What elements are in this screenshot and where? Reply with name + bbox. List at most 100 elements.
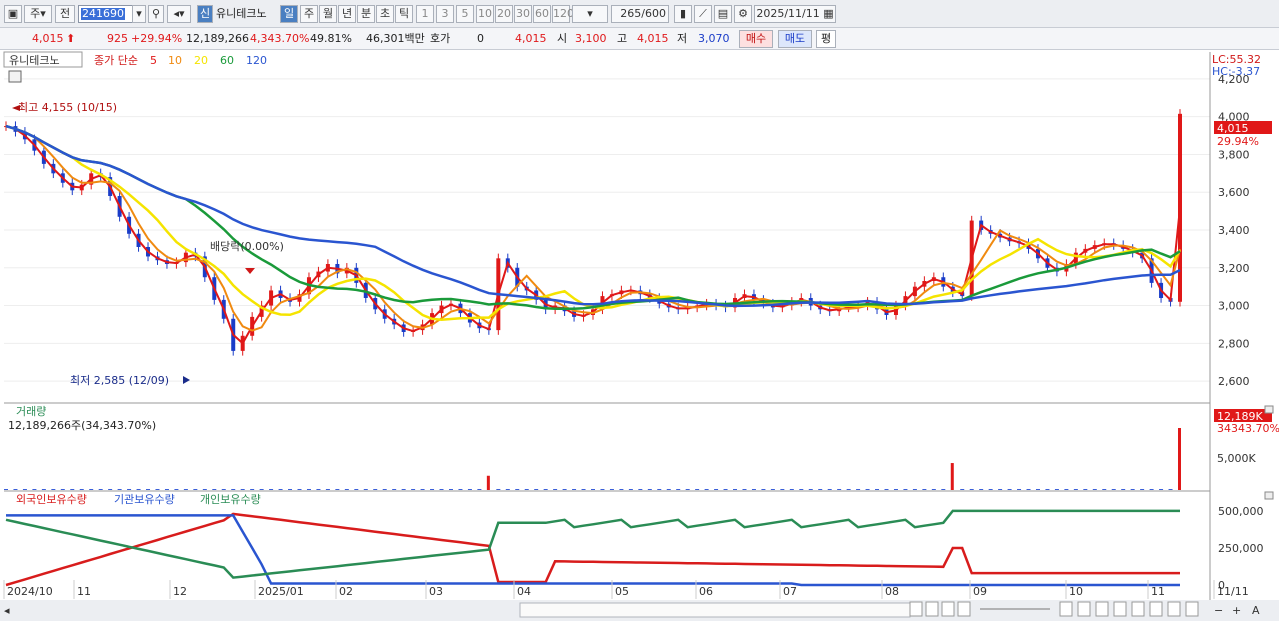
volume-bar: [297, 489, 302, 490]
zoom-in-icon[interactable]: +: [1232, 604, 1241, 617]
scroll-left-icon[interactable]: ◂: [4, 604, 10, 617]
volume-bar: [856, 489, 861, 490]
nav-pause-icon[interactable]: [941, 601, 955, 617]
quote-price: 4,015: [515, 32, 547, 45]
date-label: 2024/10: [7, 585, 53, 598]
high-value: 4,015: [637, 32, 669, 45]
nav-first-icon[interactable]: [925, 601, 939, 617]
volume-bar: [695, 489, 700, 490]
candle-icon[interactable]: ▮: [674, 5, 692, 23]
holdings-tick-label: 0: [1218, 579, 1225, 592]
volume-bar: [344, 489, 349, 490]
volume-bar: [1121, 489, 1126, 490]
volume-bar: [486, 475, 490, 490]
period-minute[interactable]: 분: [357, 5, 375, 23]
price-tick-label: 2,800: [1218, 337, 1250, 350]
holdings-legend-1: 기관보유수량: [114, 493, 175, 506]
num-1[interactable]: 1: [416, 5, 434, 23]
save-icon[interactable]: ▤: [714, 5, 732, 23]
search-icon[interactable]: ⚲: [148, 5, 164, 23]
code-dropdown-icon[interactable]: ▾: [132, 5, 146, 23]
layout-icon[interactable]: [1095, 601, 1109, 617]
volume-bar: [1026, 489, 1031, 490]
volume-bar: [1130, 489, 1135, 490]
holdings-legend-0: 외국인보유수량: [16, 493, 87, 506]
volume-bar: [458, 489, 463, 490]
num-60[interactable]: 60: [533, 5, 551, 23]
draw-icon[interactable]: ⟋: [694, 5, 712, 23]
volume-bar: [1168, 489, 1173, 490]
volume-bar: [174, 489, 179, 490]
bid-label: 호가: [430, 32, 451, 45]
volume-bar: [733, 489, 738, 490]
volume-bar: [363, 489, 368, 490]
volume-bar: [269, 489, 274, 490]
period-week[interactable]: 주: [300, 5, 318, 23]
volume-bar: [22, 489, 27, 490]
period-month[interactable]: 월: [319, 5, 337, 23]
chart-menu-icon[interactable]: [8, 70, 22, 83]
sell-button[interactable]: 매도: [778, 30, 812, 48]
date-label: 12: [173, 585, 187, 598]
period-day[interactable]: 일: [280, 5, 298, 23]
date-label: 03: [429, 585, 443, 598]
num-20[interactable]: 20: [495, 5, 513, 23]
volume-bar: [325, 489, 330, 490]
print-icon[interactable]: [1149, 601, 1163, 617]
volume-bar: [799, 489, 804, 490]
period-select[interactable]: 주▾: [24, 5, 52, 23]
volume-bar: [278, 489, 283, 490]
volume-close-icon[interactable]: [1264, 405, 1274, 414]
num-30[interactable]: 30: [514, 5, 532, 23]
volume-bar: [912, 489, 917, 490]
trade-amount: 46,301백만: [366, 32, 425, 45]
font-size-icon[interactable]: A: [1252, 604, 1260, 617]
num-3[interactable]: 3: [436, 5, 454, 23]
current-price-label: 4,015: [1217, 122, 1249, 135]
bid-value: 0: [477, 32, 484, 45]
gear-icon[interactable]: ⚙: [734, 5, 752, 23]
buy-button[interactable]: 매수: [739, 30, 773, 48]
volume-bar: [1064, 489, 1069, 490]
zoom-fit-icon[interactable]: [1059, 601, 1073, 617]
nav-play-icon[interactable]: [909, 601, 923, 617]
prev-button[interactable]: 전: [55, 5, 75, 23]
num-10[interactable]: 10: [476, 5, 494, 23]
num-5[interactable]: 5: [456, 5, 474, 23]
date-input[interactable]: 2025/11/11 ▦: [754, 5, 836, 23]
volume-bar: [202, 489, 207, 490]
count-input[interactable]: 265/600: [611, 5, 669, 23]
open-value: 3,100: [575, 32, 607, 45]
export-icon[interactable]: [1167, 601, 1181, 617]
volume-bar: [41, 489, 46, 490]
low-value: 3,070: [698, 32, 730, 45]
volume-bar: [1092, 489, 1097, 490]
volume-bar: [638, 489, 643, 490]
config-icon[interactable]: [1185, 601, 1199, 617]
nav-last-icon[interactable]: [957, 601, 971, 617]
period-second[interactable]: 초: [376, 5, 394, 23]
eval-button[interactable]: 평: [816, 30, 836, 48]
volume-bar: [401, 489, 406, 490]
scroll-thumb[interactable]: [519, 602, 911, 618]
high-annotation: 최고 4,155 (10/15): [18, 101, 117, 114]
price-axis: 4,2004,0003,8003,6003,4003,2003,0002,800…: [1218, 73, 1250, 388]
num-120[interactable]: 120: [552, 5, 574, 23]
volume-bar: [108, 489, 113, 490]
crosshair-icon[interactable]: [1113, 601, 1127, 617]
magnet-icon[interactable]: [1131, 601, 1145, 617]
stock-chart[interactable]: 4,2004,0003,8003,6003,4003,2003,0002,800…: [0, 50, 1279, 621]
holdings-close-icon[interactable]: [1264, 491, 1274, 500]
sound-icon[interactable]: ◂▾: [167, 5, 191, 23]
period-tick[interactable]: 틱: [395, 5, 413, 23]
dividend-annotation: 배당락(0.00%): [210, 240, 284, 253]
volume-bar: [969, 489, 974, 490]
volume-bar: [647, 489, 652, 490]
grid-toggle-icon[interactable]: [1077, 601, 1091, 617]
custom-period-select[interactable]: ▾: [572, 5, 608, 23]
volume-bar: [164, 489, 169, 490]
period-year[interactable]: 년: [338, 5, 356, 23]
chart-type-icon[interactable]: ▣: [4, 5, 22, 23]
zoom-out-icon[interactable]: −: [1214, 604, 1223, 617]
ma-legend-10: 10: [168, 54, 182, 67]
